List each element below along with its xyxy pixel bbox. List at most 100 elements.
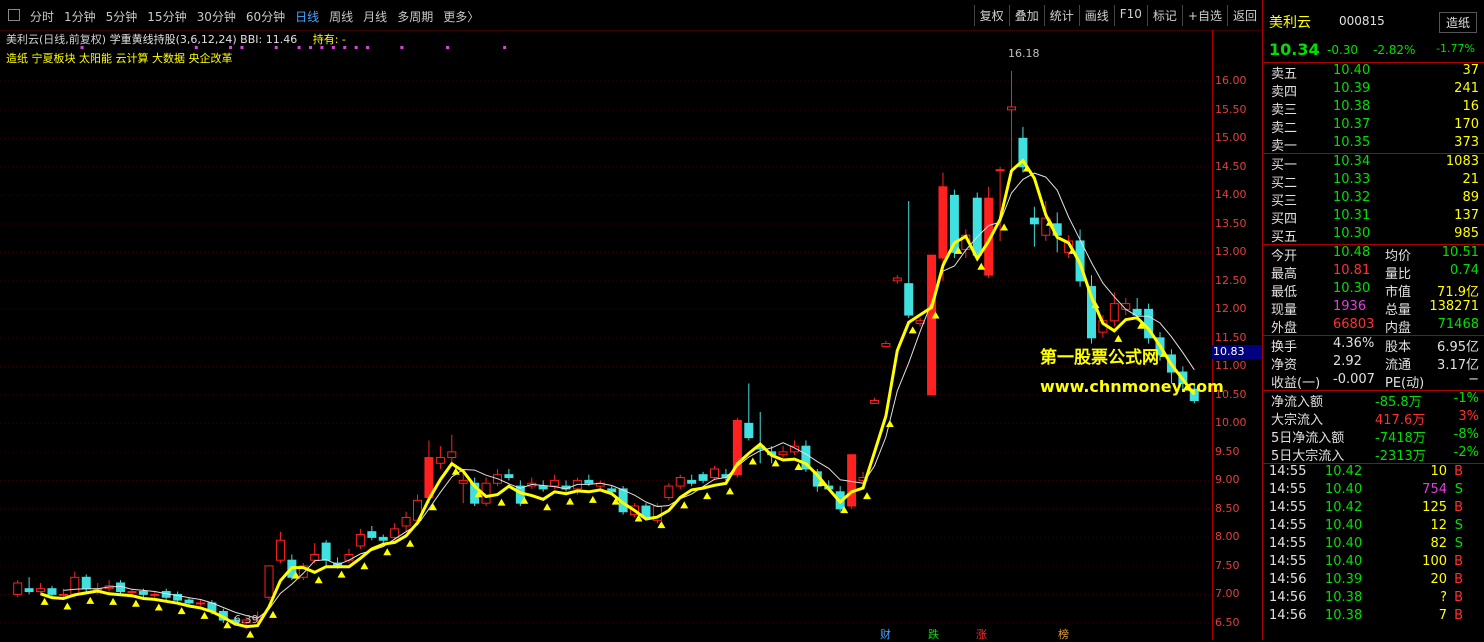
- stat-row: 换手 4.36% 股本 6.95亿: [1263, 336, 1484, 355]
- stats2-block: 换手 4.36% 股本 6.95亿 净资 2.92 流通 3.17亿 收益(一) -0.007 PE…: [1263, 335, 1484, 391]
- flow-pct: -1%: [1453, 391, 1479, 406]
- sector-button[interactable]: 造纸: [1438, 12, 1477, 33]
- tick-price: 10.39: [1325, 572, 1363, 587]
- bid-price: 10.31: [1333, 208, 1371, 223]
- bid-label: 买三: [1271, 194, 1298, 209]
- candle: [13, 580, 23, 598]
- tool-button[interactable]: 画线: [1078, 5, 1114, 26]
- stat-value: 10.81: [1333, 263, 1371, 278]
- stat-label: 外盘: [1271, 321, 1298, 336]
- axis-tick-label: 14.00: [1215, 188, 1247, 202]
- quote-panel: 美利云 000815 造纸 10.34 -0.30 -2.82% -1.77% …: [1262, 0, 1484, 640]
- stat-value: 71468: [1437, 317, 1479, 332]
- ask-row: 卖三 10.38 16: [1263, 99, 1484, 118]
- bid-volume: 137: [1454, 208, 1479, 223]
- bid-row: 买二 10.33 21: [1263, 172, 1484, 191]
- period-tabs: 分时 1分钟 5分钟 15分钟 30分钟 60分钟 日线 周线 月线 多周期 更多〉: [30, 8, 489, 25]
- signal-dot: [400, 46, 404, 49]
- tool-button[interactable]: 叠加: [1008, 5, 1044, 26]
- tick-row: 14:55 10.40 12 S: [1263, 518, 1484, 536]
- candle: [527, 477, 537, 489]
- candle: [298, 563, 308, 581]
- tick-price: 10.40: [1325, 518, 1363, 533]
- signal-dot: [80, 46, 84, 49]
- tick-time: 14:55: [1269, 482, 1307, 497]
- candle: [984, 186, 994, 278]
- tick-time: 14:55: [1269, 500, 1307, 515]
- tick-side: B: [1454, 500, 1463, 515]
- tick-side: B: [1454, 554, 1463, 569]
- tool-button[interactable]: +自选: [1181, 5, 1227, 26]
- flow-value: -85.8万: [1375, 395, 1422, 410]
- signal-triangle: [131, 599, 140, 607]
- ask-volume: 37: [1462, 63, 1479, 78]
- ask-label: 卖四: [1271, 85, 1298, 100]
- tick-row: 14:56 10.38? B: [1263, 590, 1484, 608]
- candle: [195, 600, 205, 606]
- watermark-url: www.chnmoney.com: [1040, 377, 1224, 396]
- period-tab[interactable]: 更多〉: [443, 8, 479, 25]
- bid-row: 买五 10.30 985: [1263, 226, 1484, 245]
- period-tab[interactable]: 周线: [329, 8, 353, 25]
- period-tab[interactable]: 多周期: [397, 8, 433, 25]
- bid-label: 买五: [1271, 230, 1298, 245]
- high-label: 16.18: [1008, 47, 1040, 60]
- menu-square-icon[interactable]: [8, 9, 20, 21]
- tick-volume: 20: [1430, 572, 1447, 587]
- period-tab[interactable]: 月线: [363, 8, 387, 25]
- signal-triangle: [497, 498, 506, 506]
- signal-triangle: [977, 262, 986, 270]
- axis-tick-label: 9.00: [1215, 473, 1240, 487]
- signal-triangle: [680, 501, 689, 509]
- signal-dot: [366, 46, 370, 49]
- bid-row: 买三 10.32 89: [1263, 190, 1484, 209]
- tick-side: B: [1454, 572, 1463, 587]
- candle: [1029, 206, 1039, 247]
- tick-row: 14:55 10.40 82 S: [1263, 536, 1484, 554]
- candle: [710, 466, 720, 481]
- tick-volume: 12: [1430, 518, 1447, 533]
- tool-button[interactable]: 返回: [1226, 5, 1262, 26]
- signal-triangle: [748, 457, 757, 465]
- candle: [664, 483, 674, 501]
- tick-side: S: [1454, 482, 1463, 497]
- period-tab[interactable]: 分时: [30, 8, 54, 25]
- tick-time: 14:55: [1269, 554, 1307, 569]
- signal-dot: [274, 46, 278, 49]
- stat-label: 最高: [1271, 267, 1298, 282]
- tick-side: B: [1454, 608, 1463, 623]
- stat-row: 外盘 66803 内盘 71468: [1263, 317, 1484, 336]
- hold-line: [40, 158, 1196, 629]
- tool-button[interactable]: F10: [1113, 5, 1147, 26]
- tick-row: 14:55 10.42 125 B: [1263, 500, 1484, 518]
- signal-triangle: [269, 610, 278, 618]
- signal-triangle: [1000, 223, 1009, 231]
- candle: [36, 582, 46, 595]
- ask-label: 卖二: [1271, 121, 1298, 136]
- candlestick-chart[interactable]: [0, 30, 1212, 640]
- ask-volume: 241: [1454, 81, 1479, 96]
- period-tab[interactable]: 30分钟: [197, 8, 236, 25]
- signal-triangle: [200, 611, 209, 619]
- stat-value: 4.36%: [1333, 336, 1375, 351]
- tool-button[interactable]: 复权: [973, 5, 1009, 26]
- period-tab[interactable]: 15分钟: [147, 8, 186, 25]
- tool-button[interactable]: 标记: [1146, 5, 1182, 26]
- tick-volume: 125: [1422, 500, 1447, 515]
- tool-button[interactable]: 统计: [1043, 5, 1079, 26]
- candle: [104, 580, 114, 592]
- signal-triangle: [109, 597, 118, 605]
- period-tab[interactable]: 5分钟: [106, 8, 138, 25]
- signal-triangle: [1114, 334, 1123, 342]
- period-tab[interactable]: 60分钟: [246, 8, 285, 25]
- order-book: 卖五 10.40 37 卖四 10.39 241 卖三 10.38 16 卖二 10.37 170 卖一…: [1263, 63, 1484, 245]
- axis-tick-label: 9.50: [1215, 444, 1240, 458]
- stat-row: 最高 10.81 量比 0.74: [1263, 263, 1484, 282]
- period-tab[interactable]: 1分钟: [64, 8, 96, 25]
- price-change-pct: -2.82%: [1373, 43, 1416, 57]
- ask-price: 10.38: [1333, 99, 1371, 114]
- signal-triangle: [406, 539, 415, 547]
- period-tab[interactable]: 日线: [295, 8, 319, 25]
- flow-label: 大宗流入: [1271, 413, 1324, 428]
- tick-side: S: [1454, 536, 1463, 551]
